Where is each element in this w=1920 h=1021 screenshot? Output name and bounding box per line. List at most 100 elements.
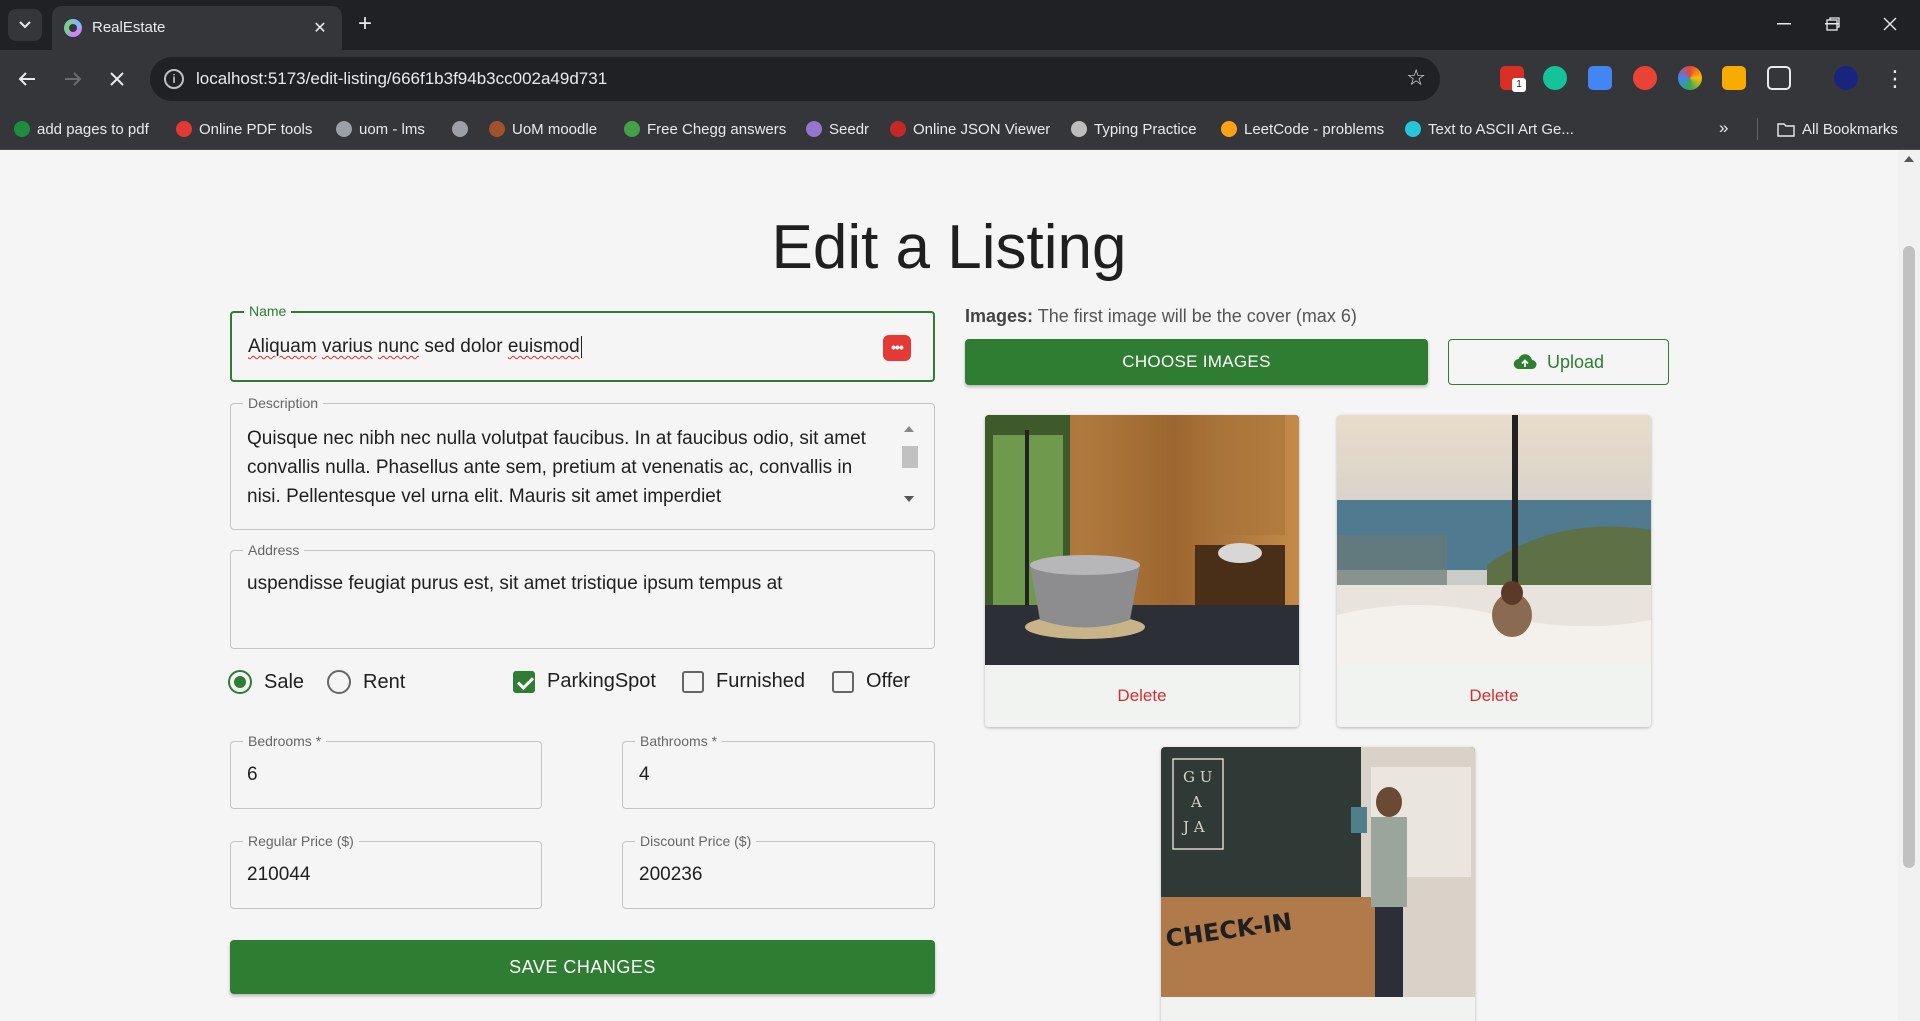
bookmark-favicon-icon: [1071, 121, 1087, 137]
radio-unchecked-icon: [327, 670, 351, 694]
description-textarea[interactable]: Quisque nec nibh nec nulla volutpat fauc…: [247, 424, 867, 511]
back-arrow-icon[interactable]: [12, 64, 42, 94]
bookmark-item[interactable]: UoM moodle: [489, 119, 597, 139]
bookmark-favicon-icon: [176, 121, 192, 137]
more-bookmarks-chevron-icon[interactable]: »: [1719, 118, 1728, 138]
translate-icon[interactable]: [1588, 66, 1612, 90]
upload-button[interactable]: Upload: [1448, 339, 1669, 385]
browser-toolbar: i localhost:5173/edit-listing/666f1b3f94…: [0, 50, 1920, 108]
type-sale-radio[interactable]: Sale: [228, 670, 304, 694]
scroll-up-icon[interactable]: [1904, 156, 1914, 162]
bathrooms-field[interactable]: Bathrooms * 4: [622, 733, 935, 809]
restore-icon[interactable]: [1809, 0, 1857, 48]
bookmark-favicon-icon: [452, 121, 468, 137]
address-bar[interactable]: i localhost:5173/edit-listing/666f1b3f94…: [150, 57, 1440, 101]
extensions-puzzle-icon[interactable]: [1767, 66, 1791, 90]
images-note-text: The first image will be the cover (max 6…: [1037, 306, 1357, 326]
checkbox-checked-icon: [513, 670, 535, 693]
images-note-label: Images:: [965, 306, 1034, 326]
parkingspot-checkbox[interactable]: ParkingSpot: [513, 670, 656, 693]
page-content: Edit a Listing Name Aliquam varius nunc …: [0, 150, 1898, 1021]
bathrooms-input[interactable]: 4: [639, 764, 650, 786]
all-bookmarks-button[interactable]: All Bookmarks: [1777, 119, 1898, 139]
offer-label: Offer: [866, 670, 911, 692]
name-field[interactable]: Name Aliquam varius nunc sed dolor euism…: [230, 303, 935, 382]
new-tab-plus-icon[interactable]: +: [352, 12, 378, 38]
bookmark-label: UoM moodle: [512, 120, 598, 138]
discount-price-label: Discount Price ($): [635, 833, 757, 849]
bookmark-item[interactable]: Typing Practice: [1071, 119, 1197, 139]
more-menu-icon[interactable]: ⋮: [1880, 64, 1910, 94]
extension-calendar-icon[interactable]: 1: [1500, 66, 1526, 92]
all-bookmarks-label: All Bookmarks: [1802, 120, 1898, 138]
site-info-icon[interactable]: i: [164, 69, 184, 89]
address-textarea[interactable]: uspendisse feugiat purus est, sit amet t…: [247, 573, 782, 595]
minimize-icon-btn[interactable]: [1760, 0, 1808, 48]
close-icon[interactable]: ✕: [308, 16, 332, 40]
bedrooms-input[interactable]: 6: [247, 764, 258, 786]
radio-checked-icon: [228, 670, 252, 694]
delete-image-button[interactable]: Delete: [985, 665, 1299, 727]
offer-checkbox[interactable]: Offer: [832, 670, 910, 693]
bookmark-star-icon[interactable]: ☆: [1406, 65, 1426, 91]
checkbox-unchecked-icon: [682, 670, 704, 693]
bookmark-item[interactable]: Text to ASCII Art Ge...: [1405, 119, 1574, 139]
svg-text:A: A: [1190, 793, 1202, 811]
choose-images-button[interactable]: CHOOSE IMAGES: [965, 339, 1428, 385]
bookmark-favicon-icon: [14, 121, 30, 137]
grammarly-icon[interactable]: [1543, 66, 1567, 90]
type-rent-radio[interactable]: Rent: [327, 670, 405, 694]
bedrooms-field[interactable]: Bedrooms * 6: [230, 733, 542, 809]
window-close-icon[interactable]: [1866, 0, 1914, 48]
bookmark-favicon-icon: [890, 121, 906, 137]
delete-image-button[interactable]: Delete: [1337, 665, 1651, 727]
name-word-5: euismod: [507, 336, 580, 358]
page-scroll-thumb[interactable]: [1903, 246, 1915, 868]
regular-price-input[interactable]: 210044: [247, 864, 310, 886]
save-changes-button[interactable]: SAVE CHANGES: [230, 940, 935, 994]
password-manager-icon[interactable]: •••: [883, 335, 911, 361]
textarea-scrollbar[interactable]: [902, 426, 918, 506]
bookmark-label: Typing Practice: [1094, 120, 1197, 138]
address-field[interactable]: Address uspendisse feugiat purus est, si…: [230, 542, 935, 649]
browser-tab-active[interactable]: RealEstate ✕: [52, 6, 342, 50]
bathroom-photo: [985, 415, 1299, 665]
rent-label: Rent: [363, 670, 406, 693]
profile-avatar[interactable]: [1834, 66, 1858, 90]
adblock-hand-icon[interactable]: [1633, 66, 1657, 90]
scroll-up-icon[interactable]: [904, 426, 914, 432]
discount-price-input[interactable]: 200236: [639, 864, 702, 886]
color-picker-icon[interactable]: [1678, 66, 1702, 90]
discount-price-field[interactable]: Discount Price ($) 200236: [622, 833, 935, 909]
bookmark-label: Text to ASCII Art Ge...: [1428, 120, 1574, 138]
page-scrollbar[interactable]: [1898, 150, 1920, 1021]
bookmark-favicon-icon: [806, 121, 822, 137]
bookmarks-divider: [1757, 118, 1758, 140]
forward-arrow-icon[interactable]: [58, 64, 88, 94]
bathrooms-label: Bathrooms *: [635, 733, 723, 749]
name-input-value[interactable]: Aliquam varius nunc sed dolor euismod: [248, 336, 582, 358]
bookmark-item[interactable]: LeetCode - problems: [1221, 119, 1384, 139]
tab-title: RealEstate: [92, 19, 166, 36]
bedrooms-label: Bedrooms *: [243, 733, 327, 749]
description-field[interactable]: Description Quisque nec nibh nec nulla v…: [230, 395, 935, 530]
bookmark-item[interactable]: Online PDF tools: [176, 119, 312, 139]
bookmark-item[interactable]: uom - lms: [336, 119, 425, 139]
bookmark-item[interactable]: Free Chegg answers: [624, 119, 786, 139]
extension-yellow-icon[interactable]: [1722, 66, 1746, 90]
bookmark-item[interactable]: [452, 119, 468, 139]
bookmark-item[interactable]: Online JSON Viewer: [890, 119, 1050, 139]
bookmark-item[interactable]: Seedr: [806, 119, 869, 139]
scroll-down-icon[interactable]: [904, 496, 914, 502]
name-word-1: Aliquam: [248, 336, 317, 358]
furnished-label: Furnished: [716, 670, 805, 692]
bookmark-item[interactable]: add pages to pdf: [14, 119, 149, 139]
tab-search-button[interactable]: [8, 9, 42, 41]
furnished-checkbox[interactable]: Furnished: [682, 670, 805, 693]
image-card-3: G U A J A CHECK-IN: [1161, 747, 1475, 1021]
regular-price-field[interactable]: Regular Price ($) 210044: [230, 833, 542, 909]
site-favicon-icon: [64, 19, 82, 37]
stop-loading-icon[interactable]: [102, 64, 132, 94]
textarea-scroll-thumb[interactable]: [902, 446, 918, 468]
name-label: Name: [244, 303, 292, 319]
